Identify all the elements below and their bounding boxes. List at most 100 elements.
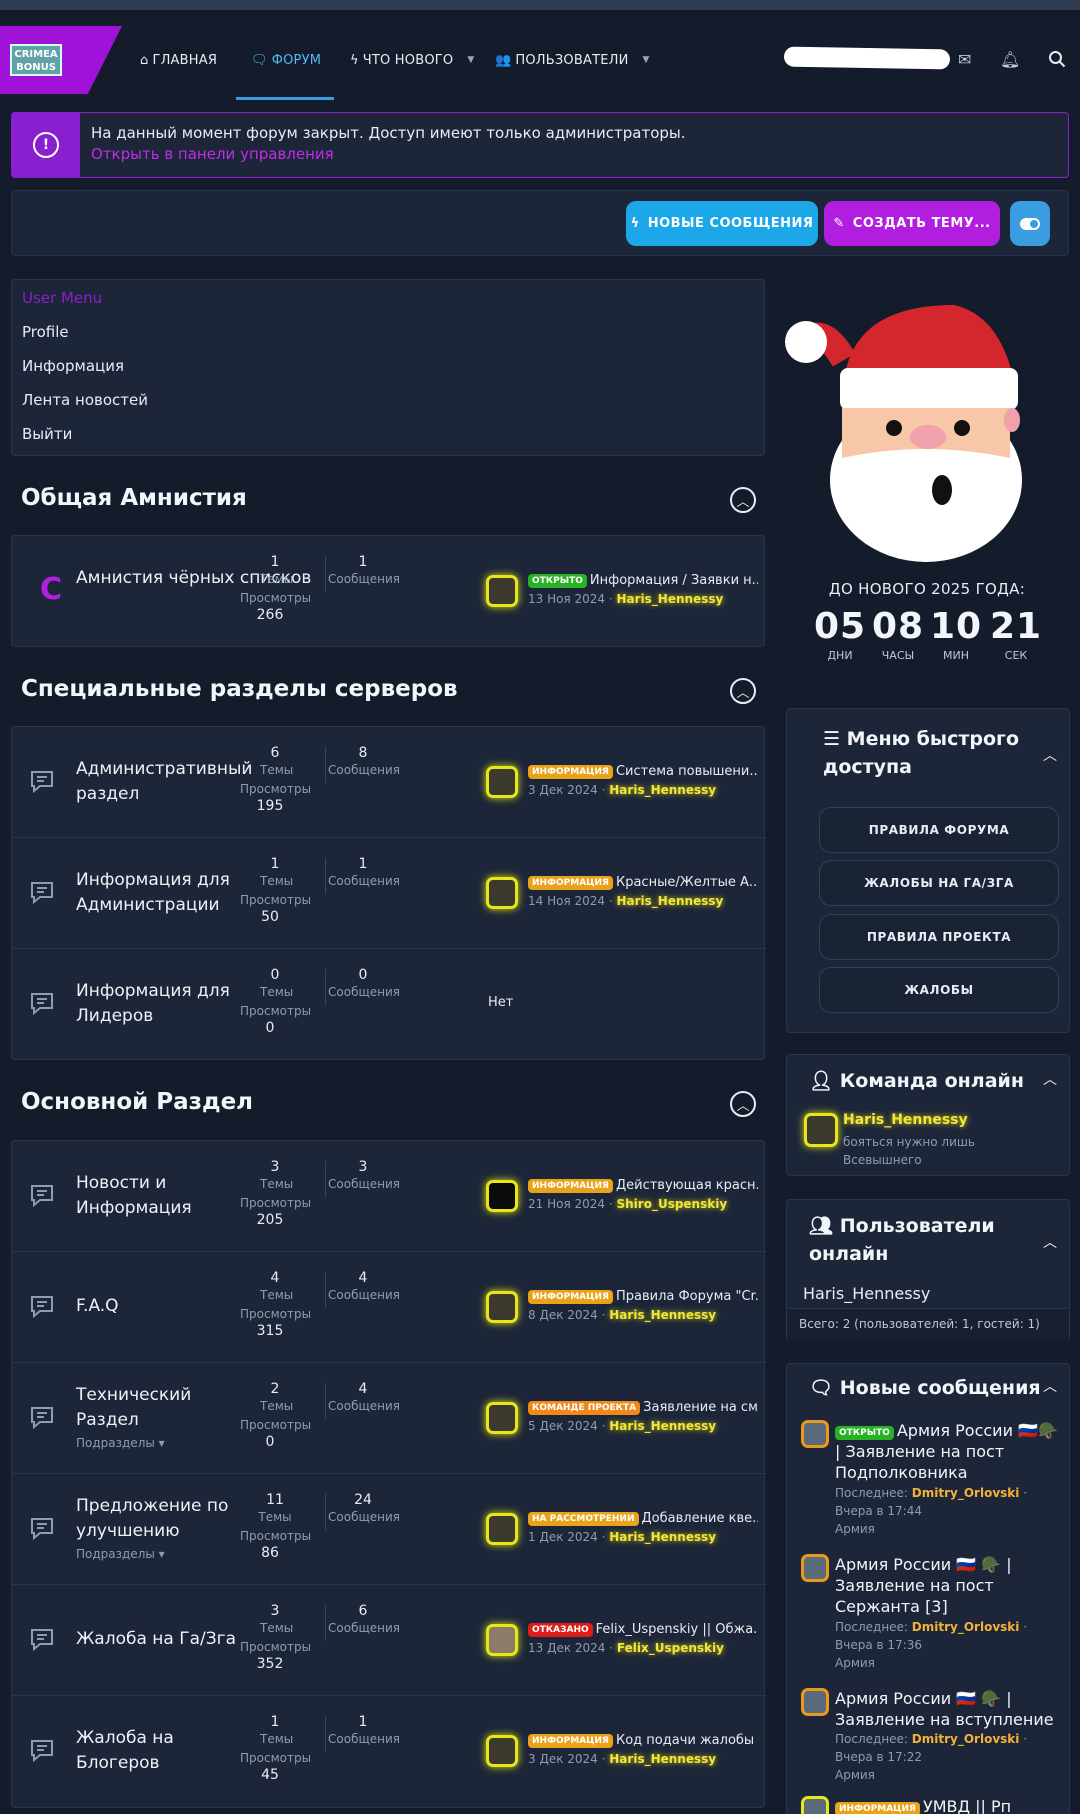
user-avatar[interactable]: [486, 1402, 518, 1434]
user-avatar[interactable]: [804, 1113, 838, 1147]
chevron-up-icon[interactable]: ︿: [1043, 745, 1057, 765]
online-user-link[interactable]: Haris_Hennessy: [803, 1284, 930, 1303]
new-post-title[interactable]: ОТКРЫТО Армия России 🇷🇺🪖 | Заявление на п…: [835, 1420, 1067, 1483]
forum-row[interactable]: F.A.Q 4 Темы 4 Сообщения Просмотры 315 ИНФО…: [12, 1252, 766, 1363]
last-post[interactable]: ОТКРЫТО Информация / Заявки н... 13 Ноя 2…: [528, 571, 758, 609]
user-avatar[interactable]: [801, 1420, 829, 1448]
forum-title[interactable]: F.A.Q: [76, 1294, 246, 1319]
forum-row[interactable]: Информация для Лидеров 0 Темы 0 Сообщения …: [12, 949, 766, 1060]
last-post-user: Haris_Hennessy: [609, 1530, 717, 1544]
user-avatar[interactable]: [486, 1180, 518, 1212]
user-menu-profile[interactable]: Profile: [12, 315, 764, 349]
list-icon: ☰: [823, 728, 847, 750]
forum-title[interactable]: Жалоба на Блогеров: [76, 1726, 246, 1776]
inbox-icon[interactable]: ✉: [958, 50, 971, 69]
chevron-up-icon[interactable]: ︿: [1043, 1376, 1057, 1396]
new-post-meta: Последнее: Dmitry_Orlovski · Вчера в 17:3…: [835, 1620, 1028, 1670]
countdown-days: 05 ДНИ: [813, 606, 867, 662]
quick-link-ga-complaints[interactable]: ЖАЛОБЫ НА ГА/ЗГА: [819, 860, 1059, 906]
user-avatar[interactable]: [801, 1796, 829, 1814]
last-post[interactable]: ОТКАЗАНО Felix_Uspenskiy || Обжа... 13 Де…: [528, 1620, 758, 1658]
user-avatar[interactable]: [486, 877, 518, 909]
countdown-secs: 21 СЕК: [989, 606, 1043, 662]
forum-row[interactable]: C Амнистия чёрных списков 1 Темы 1 Сообщен…: [12, 536, 766, 647]
chevron-up-icon[interactable]: ︿: [1043, 1232, 1057, 1252]
forum-title[interactable]: Предложение по улучшению: [76, 1494, 246, 1544]
user-menu-info[interactable]: Информация: [12, 349, 764, 383]
messages-stat: 3 Сообщения: [328, 1159, 401, 1191]
user-menu-logout[interactable]: Выйти: [12, 417, 764, 451]
subforums-toggle[interactable]: Подразделы ▾: [76, 1547, 165, 1561]
nav-whats-new[interactable]: ϟ ЧТО НОВОГО ▼: [350, 40, 474, 80]
new-posts-button[interactable]: ϟ НОВЫЕ СООБЩЕНИЯ: [626, 201, 818, 246]
chevron-down-icon[interactable]: ▼: [467, 55, 474, 65]
forum-row[interactable]: Новости и Информация 3 Темы 3 Сообщения Пр…: [12, 1141, 766, 1252]
forum-row[interactable]: Информация для Администрации 1 Темы 1 Сооб…: [12, 838, 766, 949]
collapse-icon[interactable]: ︿: [730, 1091, 756, 1117]
new-post-title[interactable]: Армия России 🇷🇺 🪖 | Заявление на пост Се…: [835, 1554, 1067, 1617]
user-menu-news-feed[interactable]: Лента новостей: [12, 383, 764, 417]
last-post[interactable]: НА РАССМОТРЕНИИ Добавление кве... 1 Дек 2…: [528, 1509, 758, 1547]
new-post-meta: Последнее: Dmitry_Orlovski · Вчера в 17:4…: [835, 1486, 1028, 1536]
forum-row[interactable]: Предложение по улучшению Подразделы ▾ 11…: [12, 1474, 766, 1585]
bell-icon[interactable]: 🔔︎: [1000, 50, 1020, 69]
forum-title[interactable]: Административный раздел: [76, 757, 252, 807]
santa-illustration: [785, 305, 1022, 562]
collapse-icon[interactable]: ︿: [730, 678, 756, 704]
user-avatar[interactable]: [486, 1291, 518, 1323]
user-avatar[interactable]: [486, 575, 518, 607]
forum-title[interactable]: Информация для Лидеров: [76, 979, 246, 1029]
collapse-icon[interactable]: ︿: [730, 487, 756, 513]
quick-link-complaints[interactable]: ЖАЛОБЫ: [819, 967, 1059, 1013]
team-member[interactable]: Haris_Hennessy: [843, 1111, 1073, 1130]
quick-link-project-rules[interactable]: ПРАВИЛА ПРОЕКТА: [819, 914, 1059, 960]
create-thread-button[interactable]: ✎ СОЗДАТЬ ТЕМУ...: [824, 201, 1000, 246]
site-logo[interactable]: CRIMEA BONUS: [0, 26, 122, 94]
forum-row[interactable]: Жалоба на Блогеров 1 Темы 1 Сообщения Прос…: [12, 1696, 766, 1807]
last-post-date: 8 Дек 2024: [528, 1308, 598, 1322]
user-avatar[interactable]: [486, 1513, 518, 1545]
search-icon[interactable]: [1048, 50, 1066, 72]
last-post[interactable]: ИНФОРМАЦИЯ Правила Форума "Cr... 8 Дек 20…: [528, 1287, 758, 1325]
user-avatar[interactable]: [486, 1624, 518, 1656]
nav-home[interactable]: ⌂ ГЛАВНАЯ: [140, 40, 217, 80]
subforums-toggle[interactable]: Подразделы ▾: [76, 1436, 165, 1450]
forum-title[interactable]: Технический Раздел: [76, 1383, 246, 1433]
threads-stat: 3 Темы: [260, 1603, 294, 1635]
account-name-redacted[interactable]: [783, 46, 951, 70]
nav-users[interactable]: 👥 ПОЛЬЗОВАТЕЛИ ▼: [495, 40, 650, 80]
last-post-user: Felix_Uspenskiy: [616, 1641, 724, 1655]
theme-toggle-button[interactable]: [1010, 201, 1050, 246]
chevron-down-icon[interactable]: ▼: [643, 55, 650, 65]
messages-stat: 4 Сообщения: [328, 1381, 401, 1413]
last-post[interactable]: ИНФОРМАЦИЯ Красные/Желтые А... 14 Ноя 202…: [528, 873, 758, 911]
forum-row[interactable]: Административный раздел 6 Темы 8 Сообщения…: [12, 727, 766, 838]
forum-title[interactable]: Новости и Информация: [76, 1171, 246, 1221]
last-post[interactable]: ИНФОРМАЦИЯ Действующая красн... 21 Ноя 20…: [528, 1176, 758, 1214]
user-avatar[interactable]: [801, 1688, 829, 1716]
forum-chat-icon: [28, 767, 56, 795]
quick-link-forum-rules[interactable]: ПРАВИЛА ФОРУМА: [819, 807, 1059, 853]
forum-title[interactable]: Информация для Администрации: [76, 868, 246, 918]
top-strip: [0, 0, 1080, 10]
user-avatar[interactable]: [486, 1735, 518, 1767]
user-avatar[interactable]: [486, 766, 518, 798]
open-control-panel-link[interactable]: Открыть в панели управления: [91, 144, 686, 165]
last-post[interactable]: КОМАНДЕ ПРОЕКТА Заявление на см... 5 Дек …: [528, 1398, 758, 1436]
nav-forum[interactable]: 🗨 ФОРУМ: [251, 40, 321, 80]
new-post-title[interactable]: ИНФОРМАЦИЯ УМВД || Рп: [835, 1796, 1067, 1814]
user-avatar[interactable]: [801, 1554, 829, 1582]
stat-divider: [325, 858, 326, 894]
forum-title[interactable]: Жалоба на Га/Зга: [76, 1627, 246, 1652]
chevron-up-icon[interactable]: ︿: [1043, 1069, 1057, 1089]
last-post-title: Код подачи жалобы ...: [615, 1733, 758, 1748]
status-badge: ИНФОРМАЦИЯ: [528, 876, 613, 890]
last-post-title: Добавление кве...: [641, 1511, 759, 1526]
forum-row[interactable]: Технический Раздел Подразделы ▾ 2 Темы 4С…: [12, 1363, 766, 1474]
last-post[interactable]: ИНФОРМАЦИЯ Код подачи жалобы ... 3 Дек 20…: [528, 1731, 758, 1769]
quick-access-title: ☰ Меню быстрого доступа: [823, 728, 1020, 778]
forum-chat-icon: [28, 1403, 56, 1431]
new-post-title[interactable]: Армия России 🇷🇺 🪖 | Заявление на вступле…: [835, 1688, 1067, 1730]
forum-row[interactable]: Жалоба на Га/Зга 3 Темы 6 Сообщения Просмо…: [12, 1585, 766, 1696]
last-post[interactable]: ИНФОРМАЦИЯ Система повышени... 3 Дек 2024…: [528, 762, 758, 800]
